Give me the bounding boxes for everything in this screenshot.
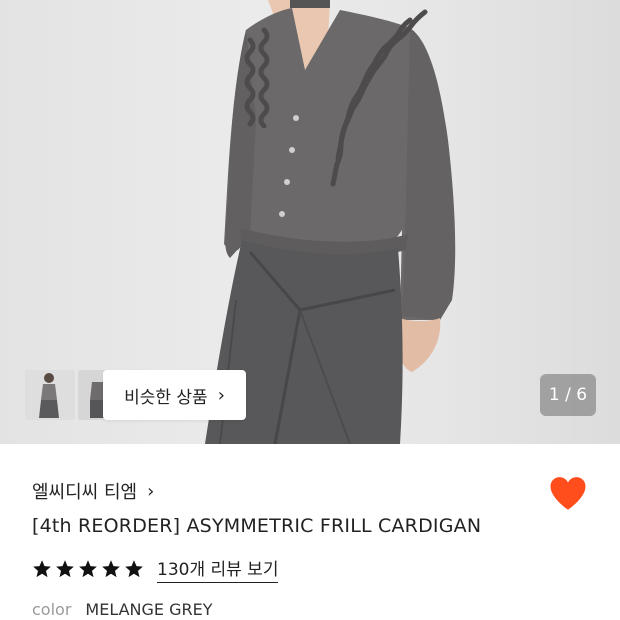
color-value: MELANGE GREY xyxy=(85,600,213,619)
chevron-right-icon: › xyxy=(147,480,155,502)
color-row: color MELANGE GREY xyxy=(32,600,213,619)
chevron-right-icon: › xyxy=(217,384,225,406)
brand-link[interactable]: 엘씨디씨 티엠 › xyxy=(32,478,154,504)
rating-row: 130개 리뷰 보기 xyxy=(32,555,279,583)
similar-products-label: 비슷한 상품 xyxy=(124,387,208,408)
star-icon xyxy=(102,560,120,578)
star-icon xyxy=(125,560,143,578)
thumbnail-1-image xyxy=(25,370,75,420)
star-icon xyxy=(56,560,74,578)
star-rating xyxy=(32,559,147,579)
star-icon xyxy=(79,560,97,578)
brand-name: 엘씨디씨 티엠 xyxy=(32,482,138,503)
image-counter: 1 / 6 xyxy=(540,374,596,416)
heart-icon[interactable] xyxy=(548,474,588,512)
product-title: [4th REORDER] ASYMMETRIC FRILL CARDIGAN xyxy=(32,515,482,537)
star-icon xyxy=(33,560,51,578)
reviews-link[interactable]: 130개 리뷰 보기 xyxy=(157,555,279,583)
thumbnail-1[interactable] xyxy=(25,370,75,420)
heart-icon-shape xyxy=(550,477,586,510)
color-label: color xyxy=(32,600,72,619)
similar-products-button[interactable]: 비슷한 상품 › xyxy=(103,370,246,420)
